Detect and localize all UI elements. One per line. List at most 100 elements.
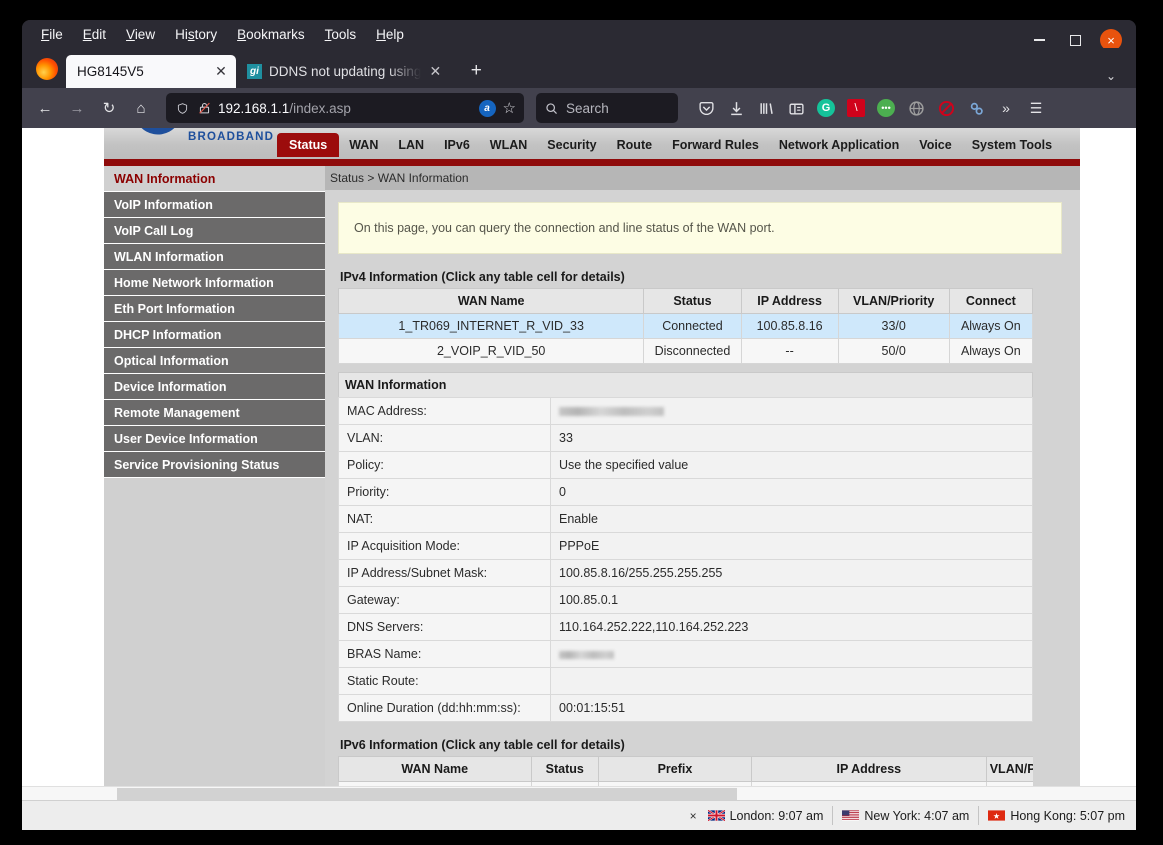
nav-tab-system-tools[interactable]: System Tools: [962, 131, 1062, 159]
cell-wan-name[interactable]: 2_VOIP_R_VID_50: [337, 338, 645, 364]
router-header: BROADBAND Status WAN LAN IPv6 WLAN Secur…: [104, 128, 1080, 159]
hk-flag-icon: [988, 810, 1006, 821]
close-tab-icon[interactable]: ✕: [214, 63, 228, 80]
sidebar-item-dhcp-information[interactable]: DHCP Information: [104, 322, 325, 348]
nav-tab-security[interactable]: Security: [537, 131, 606, 159]
nav-tab-lan[interactable]: LAN: [388, 131, 434, 159]
nav-tab-status[interactable]: Status: [277, 133, 340, 157]
clock-new-york[interactable]: New York: 4:07 am: [832, 806, 978, 825]
tab-hg8145v5[interactable]: HG8145V5 ✕: [66, 55, 236, 88]
chat-icon[interactable]: •••: [872, 94, 900, 122]
table-row: Policy: Use the specified value: [338, 451, 1033, 479]
sidebar-item-device-information[interactable]: Device Information: [104, 374, 325, 400]
url-bar[interactable]: 192.168.1.1/index.asp a ☆: [166, 93, 524, 123]
cell-ip-address[interactable]: --: [740, 338, 839, 364]
search-bar[interactable]: Search: [536, 93, 678, 123]
app-menu-icon[interactable]: ☰: [1022, 94, 1050, 122]
svg-text:BROADBAND: BROADBAND: [188, 131, 274, 143]
ipv6-section-title: IPv6 Information (Click any table cell f…: [340, 738, 625, 752]
sidebar-item-service-provisioning-status[interactable]: Service Provisioning Status: [104, 452, 325, 478]
value-ip-address-subnet-mask: 100.85.8.16/255.255.255.255: [550, 559, 1033, 587]
table-row[interactable]: 1_TR069_INTERNET_R_VID_33 Connected 100.…: [337, 313, 1034, 339]
nav-tab-route[interactable]: Route: [607, 131, 662, 159]
clock-hong-kong[interactable]: Hong Kong: 5:07 pm: [978, 806, 1134, 825]
clock-london[interactable]: London: 9:07 am: [699, 806, 833, 825]
sidebar-item-voip-call-log[interactable]: VoIP Call Log: [104, 218, 325, 244]
table-row: Gateway: 100.85.0.1: [338, 586, 1033, 614]
back-button[interactable]: ←: [30, 93, 60, 123]
nav-tab-ipv6[interactable]: IPv6: [434, 131, 480, 159]
close-clock-icon[interactable]: ×: [686, 809, 697, 823]
scrollbar-thumb[interactable]: [117, 788, 737, 800]
nav-tab-network-application[interactable]: Network Application: [769, 131, 909, 159]
page-horizontal-scrollbar[interactable]: [22, 786, 1136, 800]
home-button[interactable]: ⌂: [126, 93, 156, 123]
sidebar-item-optical-information[interactable]: Optical Information: [104, 348, 325, 374]
sidebar-item-wlan-information[interactable]: WLAN Information: [104, 244, 325, 270]
cell-wan-name[interactable]: 1_TR069_INTERNET_R_VID_33: [337, 313, 645, 339]
menu-item-bookmarks[interactable]: Bookmarks: [228, 24, 314, 45]
cell-status[interactable]: Disconnected: [643, 338, 742, 364]
menu-item-file[interactable]: File: [32, 24, 72, 45]
close-tab-icon[interactable]: ✕: [428, 63, 442, 80]
sidebar-item-home-network-information[interactable]: Home Network Information: [104, 270, 325, 296]
library-icon[interactable]: [752, 94, 780, 122]
table-row: IP Acquisition Mode: PPPoE: [338, 532, 1033, 560]
cell-vlan-priority[interactable]: 50/0: [837, 338, 950, 364]
cell-ip-address[interactable]: 100.85.8.16: [740, 313, 839, 339]
tab-favicon-icon: gi: [247, 64, 262, 79]
cell-connect[interactable]: Always On: [948, 313, 1034, 339]
wand-icon[interactable]: \: [842, 94, 870, 122]
redacted-bras-name: [559, 650, 614, 659]
menu-item-tools[interactable]: Tools: [316, 24, 366, 45]
tab-ddns[interactable]: gi DDNS not updating using ✕: [236, 55, 450, 88]
col-ip-address: IP Address: [740, 288, 839, 314]
table-header-row: WAN Name Status IP Address VLAN/Priority…: [337, 288, 1034, 314]
value-dns-servers: 110.164.252.222,110.164.252.223: [550, 613, 1033, 641]
new-tab-button[interactable]: +: [466, 60, 486, 82]
nav-tab-wlan[interactable]: WLAN: [480, 131, 538, 159]
pocket-icon[interactable]: [692, 94, 720, 122]
router-body: WAN Information VoIP Information VoIP Ca…: [104, 166, 1080, 786]
cell-connect[interactable]: Always On: [948, 338, 1034, 364]
value-nat: Enable: [550, 505, 1033, 533]
sidebar-icon[interactable]: [782, 94, 810, 122]
bookmark-star-icon[interactable]: ☆: [503, 99, 516, 117]
sidebar-item-eth-port-information[interactable]: Eth Port Information: [104, 296, 325, 322]
menu-item-view[interactable]: View: [117, 24, 164, 45]
sidebar-item-wan-information[interactable]: WAN Information: [104, 166, 325, 192]
grammarly-icon[interactable]: G: [812, 94, 840, 122]
chevron-down-icon[interactable]: ⌄: [1106, 69, 1116, 83]
table-row[interactable]: 2_VOIP_R_VID_50 Disconnected -- 50/0 Alw…: [337, 338, 1034, 364]
cell-vlan-priority[interactable]: 33/0: [837, 313, 950, 339]
reader-mode-icon[interactable]: a: [478, 99, 496, 117]
col-status: Status: [643, 288, 742, 314]
value-static-route: [550, 667, 1033, 695]
tab-title: HG8145V5: [77, 64, 144, 79]
menu-item-help[interactable]: Help: [367, 24, 413, 45]
value-gateway: 100.85.0.1: [550, 586, 1033, 614]
sidebar-item-voip-information[interactable]: VoIP Information: [104, 192, 325, 218]
firefox-logo-icon: [36, 58, 58, 80]
label-static-route: Static Route:: [338, 667, 551, 695]
sidebar-item-remote-management[interactable]: Remote Management: [104, 400, 325, 426]
col-prefix: Prefix: [597, 756, 752, 782]
breadcrumb: Status > WAN Information: [325, 166, 1080, 190]
table-header-row: WAN Name Status Prefix IP Address VLAN/P…: [338, 756, 1033, 782]
nav-tab-forward-rules[interactable]: Forward Rules: [662, 131, 769, 159]
forward-button[interactable]: →: [62, 93, 92, 123]
globe-icon[interactable]: [902, 94, 930, 122]
nav-tab-voice[interactable]: Voice: [909, 131, 961, 159]
lock-broken-icon[interactable]: [198, 101, 211, 115]
menu-item-history[interactable]: History: [166, 24, 226, 45]
sidebar-item-user-device-information[interactable]: User Device Information: [104, 426, 325, 452]
overflow-icon[interactable]: »: [992, 94, 1020, 122]
nav-tab-wan[interactable]: WAN: [339, 131, 388, 159]
url-path: /index.asp: [289, 100, 351, 116]
adblock-icon[interactable]: [932, 94, 960, 122]
cell-status[interactable]: Connected: [643, 313, 742, 339]
downloads-icon[interactable]: [722, 94, 750, 122]
link-icon[interactable]: [962, 94, 990, 122]
menu-item-edit[interactable]: Edit: [74, 24, 115, 45]
reload-button[interactable]: ↻: [94, 93, 124, 123]
